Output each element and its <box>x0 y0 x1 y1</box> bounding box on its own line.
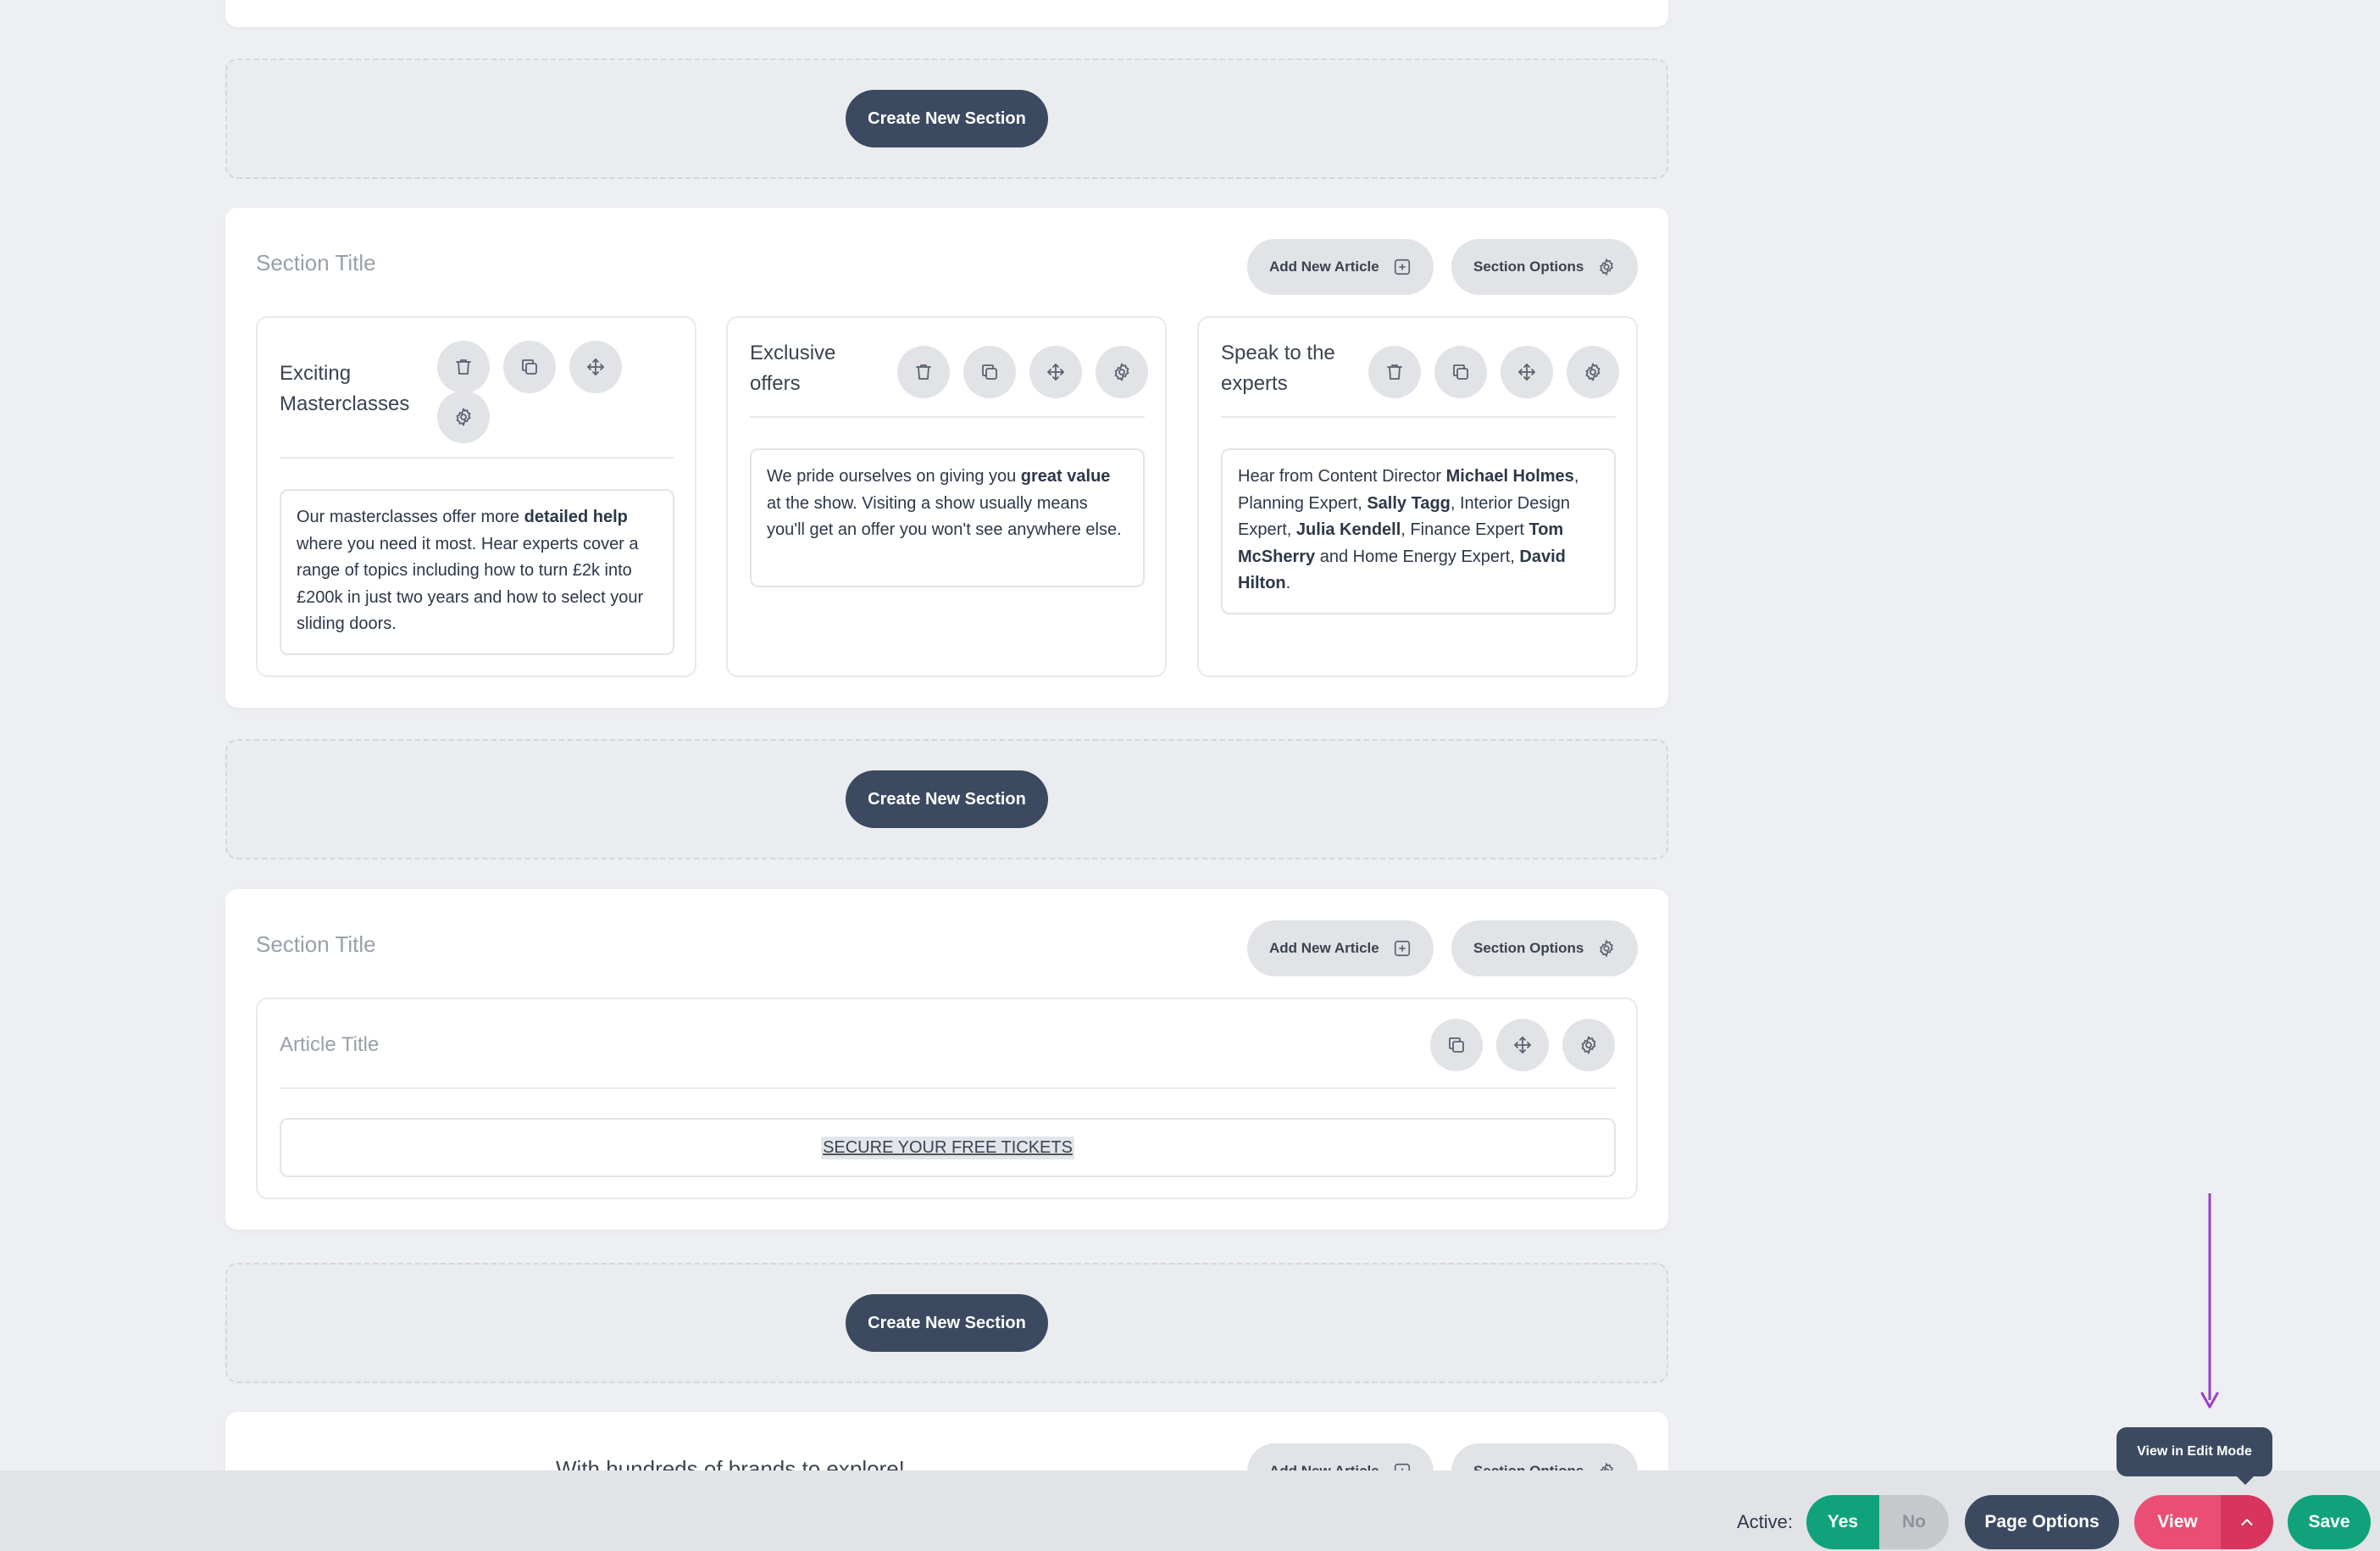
divider <box>1221 416 1616 418</box>
text-segment: at the show. Visiting a show usually mea… <box>767 493 1122 540</box>
section: Section Title Add New Article Section Op… <box>225 889 1668 1230</box>
duplicate-button[interactable] <box>963 346 1016 398</box>
text-segment: Hear from Content Director <box>1238 467 1446 486</box>
trash-icon <box>1387 364 1402 380</box>
article-title[interactable]: Exclusive offers <box>750 338 852 399</box>
article-settings-button[interactable] <box>437 391 490 443</box>
section-options-button[interactable]: Section Options <box>1451 920 1639 976</box>
gear-icon <box>1600 258 1614 276</box>
create-new-section-button[interactable]: Create New Section <box>846 1294 1048 1352</box>
duplicate-button[interactable] <box>1434 346 1487 398</box>
text-bold: Julia Kendell <box>1295 520 1401 539</box>
article-card: Exclusive offers We pride ourselves on g… <box>726 316 1167 677</box>
create-new-section-button[interactable]: Create New Section <box>846 90 1048 147</box>
article-text[interactable]: Our masterclasses offer more detailed he… <box>280 489 674 655</box>
move-icon <box>1514 1037 1531 1053</box>
active-yes-button[interactable]: Yes <box>1806 1495 1879 1549</box>
trash-icon <box>916 364 931 380</box>
delete-button[interactable] <box>1368 346 1421 398</box>
create-section-zone: Create New Section <box>225 1263 1668 1383</box>
annotation-arrow-icon <box>2200 1193 2219 1409</box>
article-settings-button[interactable] <box>1562 1019 1615 1071</box>
delete-button[interactable] <box>897 346 950 398</box>
section-options-label: Section Options <box>1473 940 1584 956</box>
divider <box>280 1087 1616 1089</box>
article-card: Speak to the experts Hear from Content D… <box>1197 316 1638 677</box>
copy-icon <box>1449 1037 1464 1053</box>
text-segment: We pride ourselves on giving you <box>767 467 1021 486</box>
duplicate-button[interactable] <box>503 341 556 393</box>
text-segment: , Finance Expert <box>1401 520 1529 539</box>
plus-square-icon <box>1394 940 1410 957</box>
gear-icon <box>456 408 471 426</box>
add-new-article-button[interactable]: Add New Article <box>1247 239 1434 295</box>
text-segment: and Home Energy Expert, <box>1315 547 1520 566</box>
article-text[interactable]: We pride ourselves on giving you great v… <box>750 448 1145 587</box>
duplicate-button[interactable] <box>1430 1019 1483 1071</box>
text-bold: great value <box>1020 467 1111 486</box>
page-options-button[interactable]: Page Options <box>1965 1495 2119 1549</box>
view-button-group: View <box>2134 1495 2273 1549</box>
ticket-link-box[interactable]: SECURE YOUR FREE TICKETS <box>280 1118 1616 1177</box>
text-segment: where you need it most. Hear experts cov… <box>297 534 644 634</box>
move-button[interactable] <box>569 341 622 393</box>
view-mode-toggle-button[interactable] <box>2221 1495 2273 1549</box>
article-text[interactable]: Hear from Content Director Michael Holme… <box>1221 448 1616 614</box>
active-label: Active: <box>1737 1511 1794 1532</box>
text-segment: Our masterclasses offer more <box>297 508 524 526</box>
create-section-zone: Create New Section <box>225 58 1668 179</box>
trash-icon <box>456 359 471 375</box>
move-button[interactable] <box>1029 346 1082 398</box>
add-new-article-label: Add New Article <box>1269 258 1379 275</box>
section-options-button[interactable]: Section Options <box>1451 239 1639 295</box>
text-bold: detailed help <box>524 508 628 526</box>
page-canvas: Create New Section Section Title Add New… <box>0 0 2380 1551</box>
move-icon <box>587 359 604 375</box>
add-new-article-button[interactable]: Add New Article <box>1247 920 1434 976</box>
section: Section Title Add New Article Section Op… <box>225 208 1668 708</box>
move-icon <box>1518 364 1535 381</box>
divider <box>280 457 674 459</box>
copy-icon <box>1453 364 1468 380</box>
chevron-up-icon <box>2241 1518 2253 1526</box>
gear-icon <box>1581 1036 1596 1054</box>
delete-button[interactable] <box>437 341 490 393</box>
create-section-zone: Create New Section <box>225 739 1668 859</box>
previous-section-bottom <box>225 0 1668 27</box>
article-card: Exciting Masterclasses Our masterclasses… <box>256 316 696 677</box>
divider <box>750 416 1145 418</box>
save-button[interactable]: Save <box>2288 1495 2371 1549</box>
create-new-section-button[interactable]: Create New Section <box>846 770 1048 828</box>
ticket-link[interactable]: SECURE YOUR FREE TICKETS <box>821 1136 1074 1159</box>
section-title[interactable]: Section Title <box>256 931 376 958</box>
section-options-label: Section Options <box>1473 258 1584 275</box>
view-button[interactable]: View <box>2134 1495 2221 1549</box>
move-button[interactable] <box>1501 346 1553 398</box>
gear-icon <box>1585 363 1601 381</box>
section-title[interactable]: Section Title <box>256 250 376 276</box>
add-new-article-label: Add New Article <box>1269 940 1379 956</box>
plus-square-icon <box>1394 258 1410 275</box>
view-edit-mode-tooltip: View in Edit Mode <box>2116 1427 2272 1485</box>
article-title[interactable]: Article Title <box>280 1030 379 1060</box>
active-no-button[interactable]: No <box>1879 1495 1949 1549</box>
article-card: Article Title SECURE YOUR FREE TICKETS <box>256 998 1638 1199</box>
copy-icon <box>982 364 997 380</box>
move-button[interactable] <box>1496 1019 1549 1071</box>
gear-icon <box>1600 939 1614 958</box>
article-title[interactable]: Exciting Masterclasses <box>280 359 424 420</box>
article-settings-button[interactable] <box>1096 346 1148 398</box>
text-segment: . <box>1285 574 1291 592</box>
text-bold: Sally Tagg <box>1367 493 1451 513</box>
gear-icon <box>1114 363 1129 381</box>
move-icon <box>1047 364 1064 381</box>
active-toggle: Yes No <box>1806 1495 1949 1549</box>
article-title[interactable]: Speak to the experts <box>1221 338 1348 399</box>
text-bold: Michael Holmes <box>1445 467 1574 486</box>
copy-icon <box>522 359 537 375</box>
article-settings-button[interactable] <box>1567 346 1619 398</box>
